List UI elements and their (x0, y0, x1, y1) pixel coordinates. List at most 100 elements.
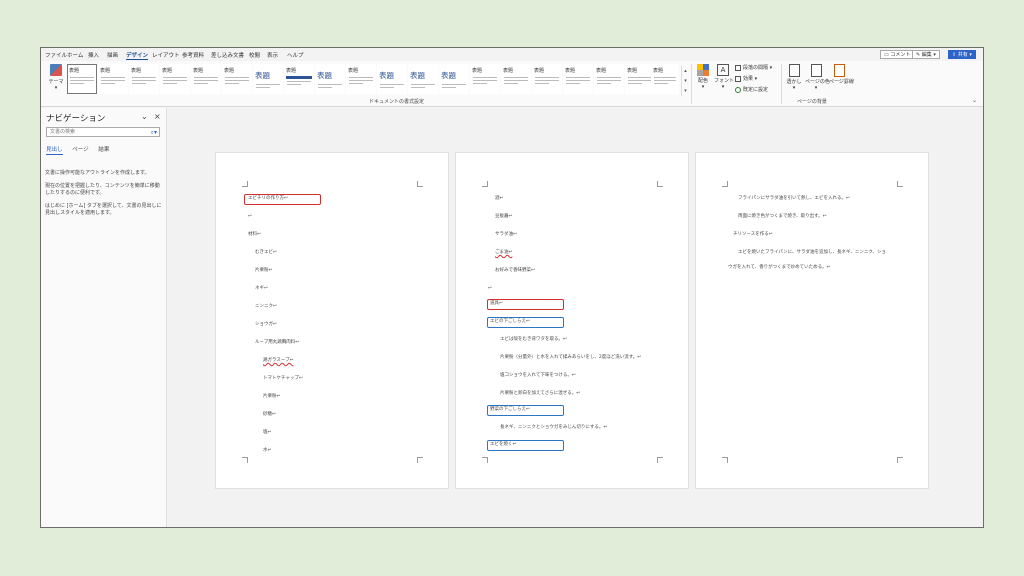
tab-home[interactable]: ホーム (67, 51, 83, 59)
document-page[interactable]: フライパンにサラダ油を引いて熱し、エビを入れる。↩ 両面に焼き色がつくまで焼き、… (695, 152, 929, 489)
style-set-item[interactable]: 表題 (501, 64, 531, 94)
style-set-title: 表題 (131, 68, 142, 74)
style-set-item[interactable]: 表題 (253, 64, 283, 94)
doc-line: 水↩ (263, 448, 272, 453)
crop-mark (417, 181, 423, 187)
tab-design[interactable]: デザイン (126, 51, 149, 60)
style-set-item[interactable]: 表題 (651, 64, 679, 94)
document-page[interactable]: 酒↩ 豆板醤↩ サラダ油↩ ごま油↩ お好みで香味野菜↩ ↩ 道具↩ エビの下ご… (455, 152, 689, 489)
style-set-item[interactable]: 表題 (563, 64, 593, 94)
crop-mark (657, 181, 663, 187)
doc-line: むきエビ↩ (255, 250, 277, 255)
theme-button[interactable]: テーマ ▾ (45, 64, 67, 98)
doc-line: 野菜の下ごしらえ↩ (490, 407, 530, 412)
document-page[interactable]: エビチリの作り方↩ ↩ 材料↩ むきエビ↩ 片栗粉↩ ネギ↩ ニンニク↩ ショウ… (215, 152, 449, 489)
crop-mark (897, 181, 903, 187)
fonts-button[interactable]: A フォント ▾ (714, 64, 734, 90)
tab-results[interactable]: 結果 (98, 147, 109, 153)
style-set-item[interactable]: 表題 (222, 64, 252, 94)
doc-line: エビは殻をむき背ワタを取る。↩ (500, 337, 567, 342)
style-set-item[interactable]: 表題 (346, 64, 376, 94)
tab-help[interactable]: ヘルプ (287, 51, 304, 59)
chevron-up-icon[interactable]: ▴ (682, 66, 689, 76)
style-set-item[interactable]: 表題 (284, 64, 314, 94)
style-set-title: 表題 (162, 68, 173, 74)
comment-button[interactable]: ▭ コメント (880, 50, 915, 59)
close-icon[interactable]: × (154, 112, 161, 121)
style-set-item[interactable]: 表題 (532, 64, 562, 94)
doc-line: 塩↩ (263, 430, 272, 435)
nav-help-text: 現在の位置を把握したり、コンテンツを簡単に移動したりするのに便利です。 (45, 183, 160, 196)
page-border-icon (833, 64, 845, 77)
tab-draw[interactable]: 描画 (107, 51, 118, 59)
style-set-item[interactable]: 表題 (129, 64, 159, 94)
tab-review[interactable]: 校閲 (249, 51, 260, 59)
doc-line: チリソースを作る↩ (733, 232, 773, 237)
more-icon[interactable]: ▾ (682, 86, 689, 96)
crop-mark (242, 181, 248, 187)
page-color-button[interactable]: ページの色 ▾ (805, 64, 830, 91)
set-default-button[interactable]: 既定に設定 (735, 86, 768, 93)
colors-button[interactable]: 配色 ▾ (695, 64, 711, 90)
tab-pages[interactable]: ページ (72, 147, 88, 153)
style-set-item[interactable]: 表題 (315, 64, 345, 94)
doc-line: エビチリの作り方↩ (248, 196, 288, 201)
page-border-label: ページ罫線 (829, 79, 854, 85)
doc-line: フライパンにサラダ油を引いて熱し、エビを入れる。↩ (738, 196, 850, 201)
tab-view[interactable]: 表示 (267, 51, 278, 59)
paragraph-spacing-button[interactable]: 段落の間隔 ▾ (735, 64, 772, 71)
style-set-item[interactable]: 表題 (191, 64, 221, 94)
style-set-title: 表題 (224, 68, 235, 74)
edit-label: 編集 (921, 52, 932, 58)
style-set-item[interactable]: 表題 (160, 64, 190, 94)
style-set-title: 表題 (472, 68, 483, 74)
chevron-down-icon[interactable]: ⌄ (141, 112, 148, 121)
doc-line: 砂糖↩ (263, 412, 276, 417)
group-label-document-formatting: ドキュメントの書式設定 (369, 99, 425, 105)
style-set-title: 表題 (627, 68, 638, 74)
style-set-title: 表題 (596, 68, 607, 74)
crop-mark (657, 457, 663, 463)
doc-line: 豆板醤↩ (495, 214, 513, 219)
tab-headings[interactable]: 見出し (46, 147, 63, 155)
chevron-down-icon[interactable]: ▾ (682, 76, 689, 86)
style-set-gallery: 表題 表題 表題 表題 表題 表題 表題 表題 表題 表題 表題 表題 表題 表… (67, 64, 687, 96)
search-icon[interactable]: ⌕▾ (151, 129, 157, 136)
style-set-item[interactable]: 表題 (470, 64, 500, 94)
share-button[interactable]: ⇪ 共有 ▾ (948, 50, 976, 59)
tab-file[interactable]: ファイル (45, 51, 67, 59)
watermark-button[interactable]: 透かし ▾ (785, 64, 803, 91)
crop-mark (482, 181, 488, 187)
style-set-item[interactable]: 表題 (377, 64, 407, 94)
crop-mark (242, 457, 248, 463)
page-border-button[interactable]: ページ罫線 (829, 64, 854, 85)
nav-help-text: はじめに [ホーム] タブを選択して、文書の見出しに見出しスタイルを適用します。 (45, 203, 162, 216)
style-set-item[interactable]: 表題 (98, 64, 128, 94)
tab-mailings[interactable]: 差し込み文書 (211, 51, 244, 59)
style-set-item[interactable]: 表題 (439, 64, 469, 94)
doc-line: ループ用丸鶏胸肉料↩ (255, 340, 299, 345)
doc-line: 道具↩ (490, 301, 503, 306)
word-window: ファイル ホーム 挿入 描画 デザイン レイアウト 参考資料 差し込み文書 校閲… (40, 47, 984, 528)
chevron-down-icon: ▾ (721, 84, 725, 90)
style-set-item[interactable]: 表題 (594, 64, 624, 94)
crop-mark (482, 457, 488, 463)
style-set-item[interactable]: 表題 (67, 64, 97, 94)
tab-insert[interactable]: 挿入 (88, 51, 99, 59)
tab-layout[interactable]: レイアウト (152, 51, 180, 59)
crop-mark (897, 457, 903, 463)
style-set-title: 表題 (100, 68, 111, 74)
collapse-ribbon-icon[interactable]: ⌄ (972, 97, 977, 104)
gallery-scroll[interactable]: ▴ ▾ ▾ (681, 66, 689, 96)
effects-button[interactable]: 効果 ▾ (735, 75, 757, 82)
menu-bar: ファイル ホーム 挿入 描画 デザイン レイアウト 参考資料 差し込み文書 校閲… (41, 48, 983, 61)
chevron-down-icon: ▾ (814, 85, 818, 91)
search-input[interactable]: 文書の検索 ⌕▾ (46, 127, 160, 137)
edit-mode-button[interactable]: ✎ 編集 ▾ (912, 50, 940, 59)
theme-icon (50, 64, 62, 76)
doc-line: 片栗粉↩ (255, 268, 273, 273)
tab-references[interactable]: 参考資料 (182, 51, 204, 59)
style-set-item[interactable]: 表題 (408, 64, 438, 94)
palette-icon (697, 64, 709, 76)
document-area[interactable]: エビチリの作り方↩ ↩ 材料↩ むきエビ↩ 片栗粉↩ ネギ↩ ニンニク↩ ショウ… (168, 108, 983, 527)
